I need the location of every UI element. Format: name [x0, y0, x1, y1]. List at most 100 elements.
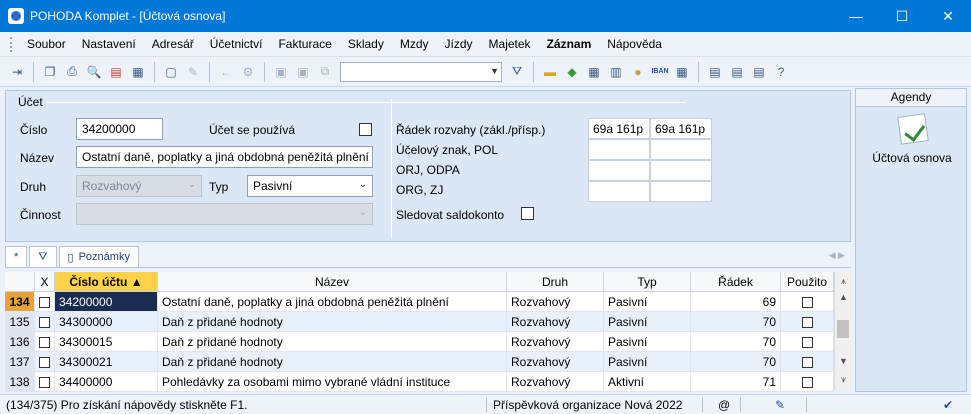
- filter-clear-icon[interactable]: ⛛: [507, 62, 527, 82]
- menu-sklady[interactable]: Sklady: [340, 37, 392, 51]
- column-header-pouzito[interactable]: Použito: [781, 272, 834, 292]
- quick-search-combo[interactable]: ▼: [340, 61, 502, 82]
- row-x-checkbox[interactable]: [35, 312, 55, 332]
- menu-soubor[interactable]: Soubor: [19, 37, 74, 51]
- new-record-icon[interactable]: ▢: [161, 62, 181, 82]
- column-header-nazev[interactable]: Název: [158, 272, 507, 292]
- menu-fakturace[interactable]: Fakturace: [270, 37, 339, 51]
- save-copy-icon[interactable]: ▣: [293, 62, 313, 82]
- table-row[interactable]: 134 34200000 Ostatní daně, poplatky a jiná…: [5, 292, 834, 312]
- save-icon[interactable]: ▣: [271, 62, 291, 82]
- table-row[interactable]: 138 34400000 Pohledávky za osobami mimo vy…: [5, 372, 834, 392]
- back-arrow-icon[interactable]: ←: [216, 62, 236, 82]
- column-header-x[interactable]: X: [35, 272, 55, 292]
- minimize-button[interactable]: —: [833, 0, 879, 32]
- menu-majetek[interactable]: Majetek: [481, 37, 539, 51]
- scroll-thumb[interactable]: [837, 320, 849, 338]
- print-preview-icon[interactable]: 🔍: [84, 62, 104, 82]
- menu-mzdy[interactable]: Mzdy: [392, 37, 437, 51]
- tab-all[interactable]: *: [5, 246, 28, 267]
- edit-brush-icon[interactable]: ✎: [183, 62, 203, 82]
- menu-jizdy[interactable]: Jízdy: [437, 37, 481, 51]
- row-x-checkbox[interactable]: [35, 352, 55, 372]
- copy-icon[interactable]: ❐: [40, 62, 60, 82]
- report-icon[interactable]: ▤: [749, 62, 769, 82]
- org-input[interactable]: [588, 181, 650, 202]
- calculator-icon[interactable]: ▥: [606, 62, 626, 82]
- odpa-input[interactable]: [650, 160, 712, 181]
- pouziva-label: Účet se používá: [209, 123, 296, 137]
- druh-select[interactable]: Rozvahový ⌄: [76, 175, 202, 197]
- pdf-icon[interactable]: ▤: [106, 62, 126, 82]
- radek-zakl-input[interactable]: 69a 161p: [588, 118, 650, 139]
- column-header-radek[interactable]: Řádek: [691, 272, 781, 292]
- tab-poznamky[interactable]: ▯ Poznámky: [58, 246, 139, 267]
- checkbox[interactable]: [801, 337, 813, 349]
- menu-adresar[interactable]: Adresář: [144, 37, 202, 51]
- duplicate-icon[interactable]: ⧉: [315, 62, 335, 82]
- cislo-input[interactable]: 34200000: [76, 118, 163, 140]
- radek-prisp-input[interactable]: 69a 161p: [650, 118, 712, 139]
- cell-pouzito-checkbox[interactable]: [781, 372, 834, 392]
- agenda-item-ucetni-osnova[interactable]: Účtová osnova: [856, 151, 968, 165]
- column-header-typ[interactable]: Typ: [604, 272, 691, 292]
- calendar-icon[interactable]: ▦: [584, 62, 604, 82]
- table-row[interactable]: 136 34300015 Daň z přidané hodnoty Rozvahov…: [5, 332, 834, 352]
- tag-icon[interactable]: ◆: [562, 62, 582, 82]
- scroll-top-icon[interactable]: ⩚: [835, 276, 852, 287]
- ucelovy-znak-input[interactable]: [588, 139, 650, 160]
- checkbox[interactable]: [39, 297, 50, 309]
- menu-ucetnictvi[interactable]: Účetnictví: [202, 37, 271, 51]
- folder-icon[interactable]: ▬: [540, 62, 560, 82]
- grid-icon[interactable]: ▦: [672, 62, 692, 82]
- settings-gear-icon[interactable]: ⚙: [238, 62, 258, 82]
- checkbox[interactable]: [801, 317, 813, 329]
- tab-scroll-arrows-icon[interactable]: ◀ ▶: [829, 250, 845, 261]
- checkbox[interactable]: [39, 337, 50, 349]
- pol-input[interactable]: [650, 139, 712, 160]
- table-row[interactable]: 137 34300021 Daň z přidané hodnoty Rozvahov…: [5, 352, 834, 372]
- export-icon[interactable]: ▦: [128, 62, 148, 82]
- checkbox[interactable]: [39, 317, 50, 329]
- typ-select[interactable]: Pasivní ⌄: [247, 175, 373, 197]
- tab-filter[interactable]: ⛛: [29, 246, 57, 267]
- form-icon[interactable]: ▤: [727, 62, 747, 82]
- nazev-input[interactable]: Ostatní daně, poplatky a jiná obdobná pe…: [76, 146, 373, 168]
- pouziva-checkbox[interactable]: [359, 123, 372, 136]
- list-icon[interactable]: ▤: [705, 62, 725, 82]
- saldokonto-checkbox[interactable]: [521, 207, 534, 220]
- checkbox[interactable]: [801, 357, 813, 369]
- scroll-down-icon[interactable]: ▼: [835, 356, 852, 366]
- table-vertical-scrollbar[interactable]: ⩚ ▲ ▼ ⩛: [834, 272, 851, 390]
- column-header-cislo-uctu[interactable]: Číslo účtu ▲: [55, 272, 158, 292]
- checkbox[interactable]: [801, 377, 813, 389]
- close-button[interactable]: ✕: [925, 0, 971, 32]
- row-x-checkbox[interactable]: [35, 372, 55, 392]
- maximize-button[interactable]: ☐: [879, 0, 925, 32]
- scroll-bottom-icon[interactable]: ⩛: [835, 374, 852, 385]
- checkbox[interactable]: [39, 357, 50, 369]
- cinnost-select[interactable]: ⌄: [76, 203, 373, 225]
- row-x-checkbox[interactable]: [35, 332, 55, 352]
- menu-zaznam[interactable]: Záznam: [539, 37, 600, 51]
- chart-of-accounts-icon[interactable]: [897, 113, 929, 145]
- coins-icon[interactable]: ●: [628, 62, 648, 82]
- table-row[interactable]: 135 34300000 Daň z přidané hodnoty Rozvahov…: [5, 312, 834, 332]
- cell-pouzito-checkbox[interactable]: [781, 352, 834, 372]
- checkbox[interactable]: [801, 297, 813, 309]
- orj-input[interactable]: [588, 160, 650, 181]
- row-x-checkbox[interactable]: [35, 292, 55, 312]
- menu-nastaveni[interactable]: Nastavení: [74, 37, 144, 51]
- print-icon[interactable]: ⎙: [62, 62, 82, 82]
- menu-napoveda[interactable]: Nápověda: [599, 37, 670, 51]
- cell-pouzito-checkbox[interactable]: [781, 312, 834, 332]
- zj-input[interactable]: [650, 181, 712, 202]
- cell-pouzito-checkbox[interactable]: [781, 292, 834, 312]
- scroll-up-icon[interactable]: ▲: [835, 292, 852, 302]
- help-icon[interactable]: ?: [771, 62, 791, 82]
- column-header-druh[interactable]: Druh: [507, 272, 604, 292]
- cell-pouzito-checkbox[interactable]: [781, 332, 834, 352]
- agenda-exit-icon[interactable]: ⇥: [7, 62, 27, 82]
- checkbox[interactable]: [39, 377, 50, 389]
- iban-icon[interactable]: IBAN: [650, 62, 670, 82]
